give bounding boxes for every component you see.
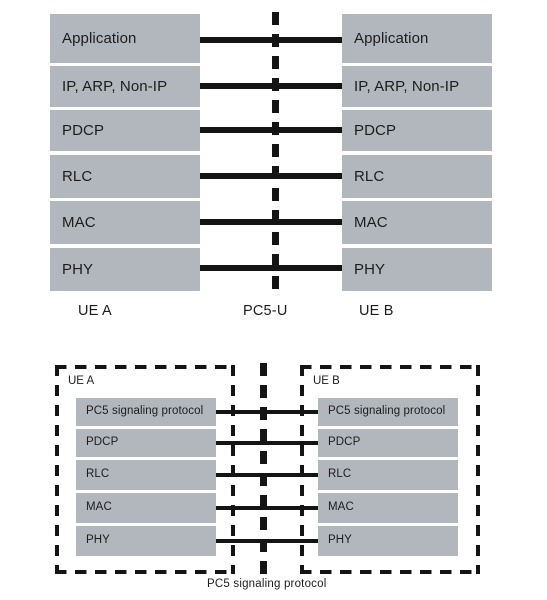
lower-left-ue-tag: UE A bbox=[68, 375, 95, 387]
lower-right-enclosure-bottom bbox=[300, 570, 480, 574]
lower-left-enclosure-bottom bbox=[55, 570, 235, 574]
upper-peer-link-mac bbox=[200, 219, 342, 225]
lower-peer-link-pdcp bbox=[216, 441, 318, 445]
lower-peer-link-pc5-signaling bbox=[216, 410, 318, 414]
layer-label: RLC bbox=[354, 168, 385, 185]
upper-peer-link-application bbox=[200, 37, 342, 43]
layer-label: PDCP bbox=[354, 122, 397, 139]
lower-left-layer-rlc: RLC bbox=[76, 460, 216, 490]
layer-label: PHY bbox=[354, 261, 386, 278]
lower-left-layer-pc5-signaling: PC5 signaling protocol bbox=[76, 398, 216, 426]
upper-left-layer-pdcp: PDCP bbox=[50, 110, 200, 151]
lower-left-layer-phy: PHY bbox=[76, 526, 216, 556]
layer-label: MAC bbox=[354, 214, 388, 231]
lower-pc5-signaling-interface-line bbox=[260, 363, 267, 575]
lower-right-enclosure-top bbox=[300, 365, 480, 369]
upper-left-layer-application: Application bbox=[50, 14, 200, 63]
upper-right-layer-ip-arp-nonip: IP, ARP, Non-IP bbox=[342, 66, 492, 107]
upper-left-layer-ip-arp-nonip: IP, ARP, Non-IP bbox=[50, 66, 200, 107]
lower-peer-link-rlc bbox=[216, 473, 318, 477]
lower-right-layer-rlc: RLC bbox=[318, 460, 458, 490]
upper-interface-caption: PC5-U bbox=[243, 303, 288, 319]
layer-label: Application bbox=[354, 30, 429, 47]
upper-right-stack-caption: UE B bbox=[359, 303, 394, 319]
upper-left-layer-rlc: RLC bbox=[50, 155, 200, 198]
layer-label: IP, ARP, Non-IP bbox=[354, 78, 460, 95]
upper-peer-link-pdcp bbox=[200, 127, 342, 133]
lower-right-layer-pc5-signaling: PC5 signaling protocol bbox=[318, 398, 458, 426]
upper-left-layer-phy: PHY bbox=[50, 248, 200, 291]
layer-label: PHY bbox=[62, 261, 94, 278]
figure-canvas: Application IP, ARP, Non-IP PDCP RLC MAC… bbox=[0, 0, 547, 600]
lower-right-ue-tag: UE B bbox=[313, 375, 340, 387]
lower-right-layer-mac: MAC bbox=[318, 493, 458, 523]
upper-peer-link-phy bbox=[200, 265, 342, 271]
upper-right-layer-pdcp: PDCP bbox=[342, 110, 492, 151]
lower-peer-link-phy bbox=[216, 539, 318, 543]
lower-interface-caption: PC5 signaling protocol bbox=[207, 578, 327, 590]
lower-left-enclosure-left bbox=[55, 365, 59, 574]
layer-label: PC5 signaling protocol bbox=[328, 405, 446, 418]
layer-label: Application bbox=[62, 30, 137, 47]
layer-label: PDCP bbox=[62, 122, 105, 139]
layer-label: RLC bbox=[62, 168, 93, 185]
lower-left-layer-pdcp: PDCP bbox=[76, 429, 216, 457]
layer-label: PDCP bbox=[328, 436, 361, 449]
upper-peer-link-rlc bbox=[200, 173, 342, 179]
layer-label: RLC bbox=[86, 468, 110, 481]
upper-right-layer-phy: PHY bbox=[342, 248, 492, 291]
upper-peer-link-ip bbox=[200, 83, 342, 89]
layer-label: PHY bbox=[86, 534, 110, 547]
layer-label: PDCP bbox=[86, 436, 119, 449]
upper-right-layer-rlc: RLC bbox=[342, 155, 492, 198]
lower-right-enclosure-right bbox=[476, 365, 480, 574]
layer-label: MAC bbox=[62, 214, 96, 231]
upper-right-layer-mac: MAC bbox=[342, 201, 492, 244]
layer-label: MAC bbox=[328, 501, 354, 514]
lower-left-layer-mac: MAC bbox=[76, 493, 216, 523]
lower-left-enclosure-top bbox=[55, 365, 235, 369]
upper-left-layer-mac: MAC bbox=[50, 201, 200, 244]
upper-pc5u-interface-line bbox=[272, 12, 279, 296]
upper-right-layer-application: Application bbox=[342, 14, 492, 63]
layer-label: IP, ARP, Non-IP bbox=[62, 78, 168, 95]
lower-peer-link-mac bbox=[216, 506, 318, 510]
layer-label: RLC bbox=[328, 468, 352, 481]
lower-right-layer-phy: PHY bbox=[318, 526, 458, 556]
upper-left-stack-caption: UE A bbox=[78, 303, 112, 319]
layer-label: MAC bbox=[86, 501, 112, 514]
layer-label: PC5 signaling protocol bbox=[86, 405, 204, 418]
layer-label: PHY bbox=[328, 534, 352, 547]
lower-right-layer-pdcp: PDCP bbox=[318, 429, 458, 457]
